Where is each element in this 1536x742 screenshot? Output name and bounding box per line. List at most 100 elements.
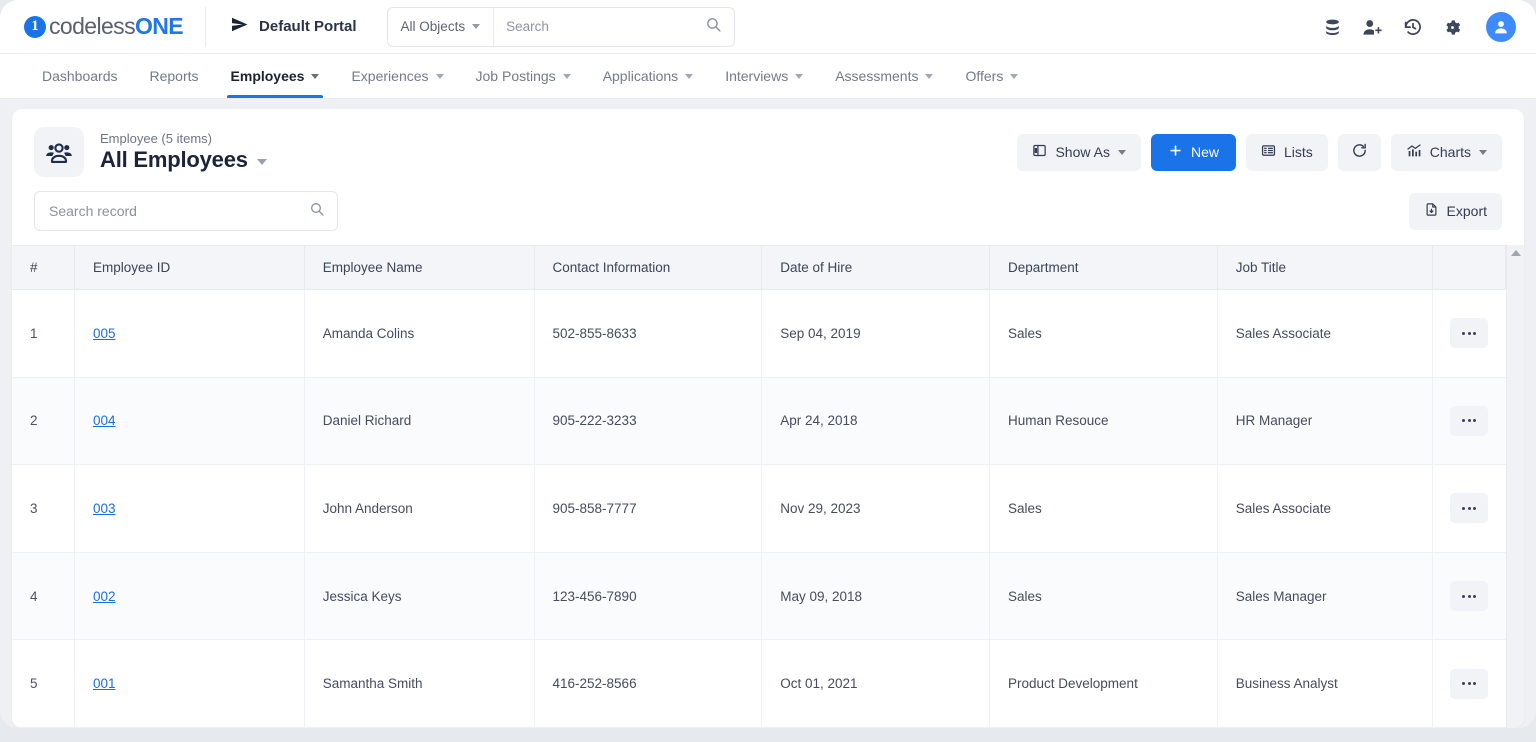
nav-item-job-postings[interactable]: Job Postings xyxy=(460,54,587,98)
brand-logo[interactable]: 1 codelessONE xyxy=(0,0,205,54)
object-filter-dropdown[interactable]: All Objects xyxy=(388,7,495,46)
brand-mark-icon: 1 xyxy=(24,15,46,38)
table-row[interactable]: 3 003 John Anderson 905-858-7777 Nov 29,… xyxy=(12,464,1506,553)
chevron-down-icon xyxy=(311,73,320,79)
nav-item-employees[interactable]: Employees xyxy=(215,54,336,98)
employee-id-link[interactable]: 004 xyxy=(93,413,116,428)
new-button[interactable]: New xyxy=(1150,133,1236,171)
cell-contact: 416-252-8566 xyxy=(534,639,763,728)
nav-label: Experiences xyxy=(351,68,429,84)
table-row[interactable]: 4 002 Jessica Keys 123-456-7890 May 09, … xyxy=(12,552,1506,641)
employees-table: # Employee ID Employee Name Contact Info… xyxy=(12,245,1506,728)
cell-date-of-hire: Apr 24, 2018 xyxy=(761,377,990,466)
nav-item-experiences[interactable]: Experiences xyxy=(335,54,459,98)
nav-label: Job Postings xyxy=(475,68,556,84)
cell-job-title: Sales Manager xyxy=(1217,552,1434,641)
employee-id-link[interactable]: 005 xyxy=(93,326,116,341)
cell-contact: 905-858-7777 xyxy=(534,464,763,553)
nav-label: Applications xyxy=(602,68,679,84)
cell-index: 4 xyxy=(12,552,75,641)
refresh-button[interactable] xyxy=(1337,133,1381,171)
nav-item-dashboards[interactable]: Dashboards xyxy=(26,54,134,98)
cell-index: 5 xyxy=(12,639,75,728)
cell-index: 1 xyxy=(12,289,75,378)
nav-item-offers[interactable]: Offers xyxy=(949,54,1034,98)
page-title: All Employees xyxy=(100,147,248,172)
cell-index: 3 xyxy=(12,464,75,553)
portal-label: Default Portal xyxy=(259,18,357,35)
nav-item-reports[interactable]: Reports xyxy=(134,54,215,98)
chevron-down-icon xyxy=(472,24,481,29)
show-as-button[interactable]: Show As xyxy=(1017,133,1141,171)
table-row[interactable]: 1 005 Amanda Colins 502-855-8633 Sep 04,… xyxy=(12,289,1506,378)
column-header-contact[interactable]: Contact Information xyxy=(534,245,763,290)
nav-label: Reports xyxy=(149,68,199,84)
charts-button[interactable]: Charts xyxy=(1390,133,1502,171)
main-nav: Dashboards Reports Employees Experiences… xyxy=(0,54,1536,99)
more-options-icon[interactable] xyxy=(1450,581,1489,612)
brand-mark-text: 1 xyxy=(31,18,39,34)
chevron-down-icon xyxy=(1479,149,1487,155)
cell-actions xyxy=(1432,289,1506,378)
history-icon[interactable] xyxy=(1403,17,1423,37)
nav-label: Offers xyxy=(965,68,1004,84)
app-window: 1 codelessONE Default Portal All Objects xyxy=(0,0,1536,728)
refresh-icon xyxy=(1351,142,1368,162)
nav-item-assessments[interactable]: Assessments xyxy=(819,54,949,98)
record-search-input[interactable] xyxy=(49,203,309,219)
scroll-up-arrow-icon[interactable] xyxy=(1510,250,1521,256)
column-header-date-of-hire[interactable]: Date of Hire xyxy=(761,245,990,290)
title-row[interactable]: All Employees xyxy=(100,147,267,173)
column-header-job-title[interactable]: Job Title xyxy=(1217,245,1434,290)
table-row[interactable]: 5 001 Samantha Smith 416-252-8566 Oct 01… xyxy=(12,639,1506,728)
employee-id-link[interactable]: 001 xyxy=(93,676,116,691)
avatar[interactable] xyxy=(1486,12,1516,42)
column-header-index[interactable]: # xyxy=(12,245,75,290)
search-input[interactable] xyxy=(506,19,705,34)
more-options-icon[interactable] xyxy=(1450,405,1489,436)
content-card: Employee (5 items) All Employees Show As… xyxy=(12,109,1524,728)
column-header-department[interactable]: Department xyxy=(989,245,1218,290)
column-header-employee-id[interactable]: Employee ID xyxy=(74,245,305,290)
cell-job-title: Sales Associate xyxy=(1217,289,1434,378)
search-icon[interactable] xyxy=(705,16,722,38)
more-options-icon[interactable] xyxy=(1450,318,1489,349)
cell-contact: 123-456-7890 xyxy=(534,552,763,641)
cell-job-title: Business Analyst xyxy=(1217,639,1434,728)
nav-item-applications[interactable]: Applications xyxy=(587,54,710,98)
chevron-down-icon xyxy=(925,73,934,79)
cell-employee-id: 001 xyxy=(74,639,305,728)
search-icon[interactable] xyxy=(309,201,325,222)
add-user-icon[interactable] xyxy=(1362,18,1383,37)
portal-selector[interactable]: Default Portal xyxy=(206,15,381,38)
gear-icon[interactable] xyxy=(1443,18,1462,37)
cell-actions xyxy=(1432,552,1506,641)
nav-item-interviews[interactable]: Interviews xyxy=(709,54,819,98)
export-label: Export xyxy=(1446,203,1487,219)
table-body: 1 005 Amanda Colins 502-855-8633 Sep 04,… xyxy=(12,289,1506,728)
record-search xyxy=(34,191,338,231)
table-scrollbar[interactable] xyxy=(1506,245,1524,728)
employee-id-link[interactable]: 002 xyxy=(93,589,116,604)
cell-contact: 905-222-3233 xyxy=(534,377,763,466)
table-row[interactable]: 2 004 Daniel Richard 905-222-3233 Apr 24… xyxy=(12,377,1506,466)
lists-label: Lists xyxy=(1283,144,1313,160)
cell-actions xyxy=(1432,639,1506,728)
cell-department: Sales xyxy=(989,552,1218,641)
show-as-label: Show As xyxy=(1055,144,1110,160)
database-icon[interactable] xyxy=(1323,18,1342,37)
table-head: # Employee ID Employee Name Contact Info… xyxy=(12,245,1506,290)
top-icon-group xyxy=(1323,0,1516,54)
column-header-employee-name[interactable]: Employee Name xyxy=(304,245,535,290)
chart-icon xyxy=(1406,143,1422,162)
employee-id-link[interactable]: 003 xyxy=(93,501,116,516)
more-options-icon[interactable] xyxy=(1450,668,1489,699)
people-group-icon xyxy=(34,127,84,177)
export-icon xyxy=(1424,202,1439,220)
cell-employee-id: 002 xyxy=(74,552,305,641)
lists-button[interactable]: Lists xyxy=(1245,133,1328,171)
object-filter-label: All Objects xyxy=(400,19,466,34)
export-button[interactable]: Export xyxy=(1408,192,1502,230)
more-options-icon[interactable] xyxy=(1450,493,1489,524)
brand-name-part2: ONE xyxy=(134,13,184,39)
